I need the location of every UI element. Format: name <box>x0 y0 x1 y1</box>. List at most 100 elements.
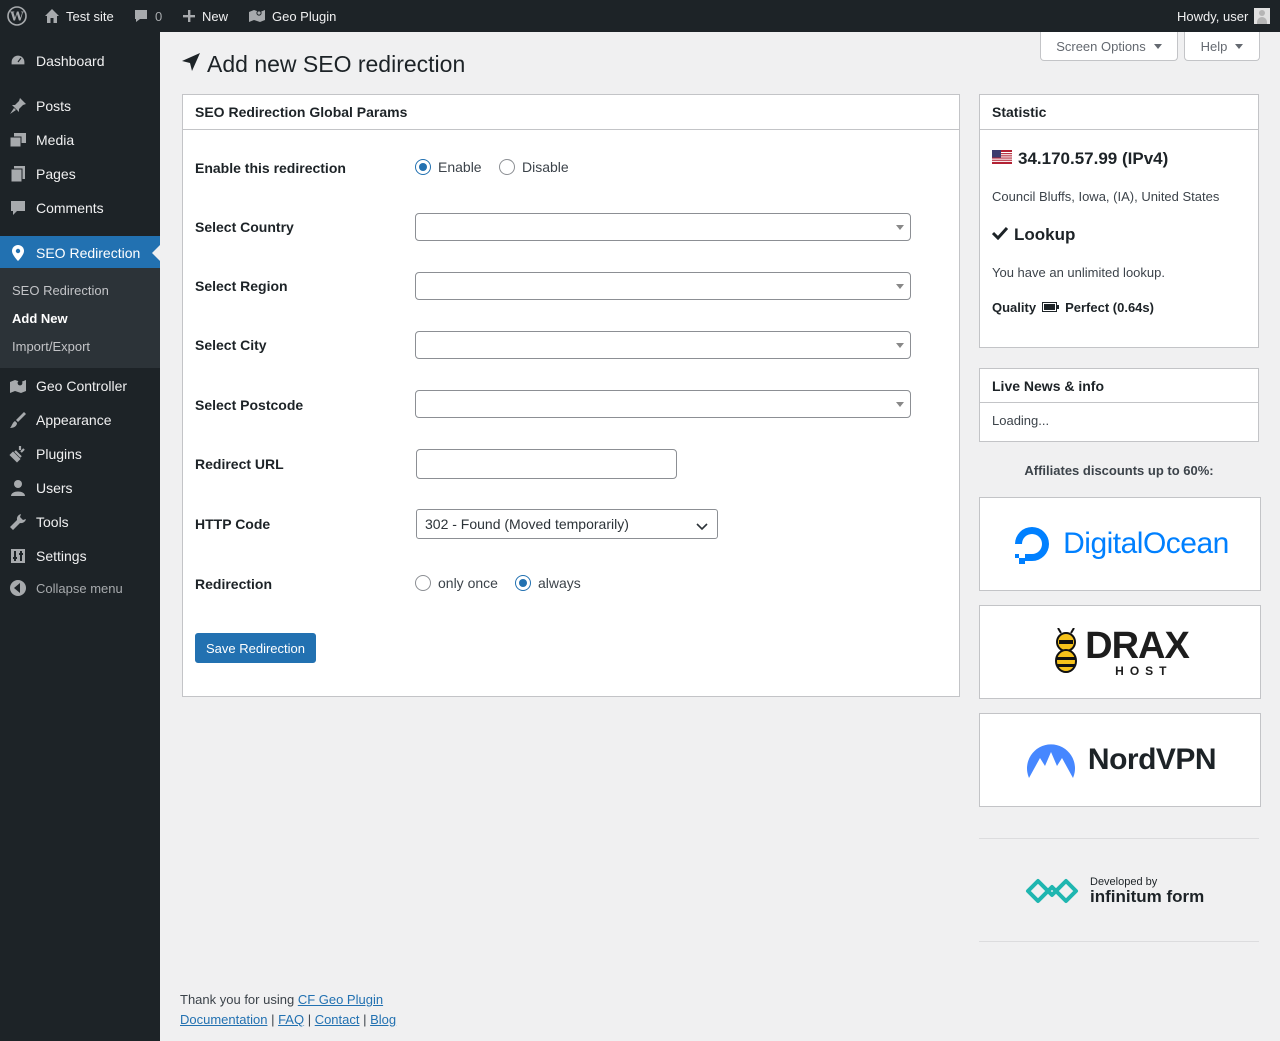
enable-radio[interactable]: Enable <box>415 159 482 175</box>
affiliates-heading: Affiliates discounts up to 60%: <box>1024 463 1214 478</box>
sidebar-item-dashboard[interactable]: Dashboard <box>0 44 160 78</box>
sidebar-item-media[interactable]: Media <box>0 123 160 157</box>
infinitum-form-wordmark: infinitum form <box>1090 887 1205 906</box>
only-once-label: only once <box>438 575 498 591</box>
lookup-text: You have an unlimited lookup. <box>992 265 1165 280</box>
account-menu[interactable]: Howdy, user <box>1177 0 1271 32</box>
redirection-label: Redirection <box>195 576 273 592</box>
battery-icon <box>1042 300 1060 315</box>
blog-link[interactable]: Blog <box>370 1012 396 1027</box>
http-code-select[interactable]: 302 - Found (Moved temporarily) <box>416 509 718 539</box>
drax-wordmark: DRAX <box>1085 625 1190 667</box>
collapse-menu-button[interactable]: Collapse menu <box>0 571 160 605</box>
enable-radio-dot[interactable] <box>415 159 431 175</box>
new-content-link[interactable]: New <box>182 0 228 32</box>
city-select[interactable] <box>415 331 911 359</box>
bee-mascot-icon <box>1055 628 1078 673</box>
http-code-value: 302 - Found (Moved temporarily) <box>425 516 629 532</box>
dropdown-arrow-icon <box>896 225 904 230</box>
plus-icon <box>182 9 196 23</box>
infinity-mark-icon <box>1026 879 1078 903</box>
statistic-panel: Statistic 34.170.57.99 (IPv4) Council Bl… <box>979 94 1259 348</box>
disable-radio-dot[interactable] <box>499 159 515 175</box>
divider <box>979 838 1259 839</box>
digitalocean-logo-link[interactable]: DigitalOcean <box>979 497 1261 591</box>
infinitum-form-logo[interactable]: Developed by infinitum form <box>1020 873 1204 909</box>
city-label: Select City <box>195 337 267 353</box>
submenu-item-seo-redirection[interactable]: SEO Redirection <box>12 283 109 298</box>
footer-links: Documentation | FAQ | Contact | Blog <box>180 1012 397 1027</box>
sidebar-item-comments[interactable]: Comments <box>0 191 160 225</box>
submenu-item-add-new[interactable]: Add New <box>12 311 68 326</box>
comments-link[interactable]: 0 <box>133 0 162 32</box>
sidebar-item-geo-controller[interactable]: Geo Controller <box>0 369 160 403</box>
pin-icon <box>0 97 36 115</box>
wordpress-logo-icon[interactable]: W <box>7 0 27 32</box>
svg-text:W: W <box>9 10 24 24</box>
geo-plugin-link[interactable]: Geo Plugin <box>248 0 336 32</box>
contact-link[interactable]: Contact <box>315 1012 360 1027</box>
digitalocean-logo: DigitalOcean <box>1011 523 1229 565</box>
enable-option-label: Enable <box>438 159 482 175</box>
wrench-icon <box>0 513 36 531</box>
sidebar-item-appearance[interactable]: Appearance <box>0 403 160 437</box>
save-redirection-button[interactable]: Save Redirection <box>195 633 316 663</box>
news-loading: Loading... <box>992 413 1050 428</box>
only-once-radio-dot[interactable] <box>415 575 431 591</box>
sidebar-item-pages[interactable]: Pages <box>0 157 160 191</box>
faq-link[interactable]: FAQ <box>278 1012 304 1027</box>
sidebar-item-label: Appearance <box>36 412 112 428</box>
screen-options-button[interactable]: Screen Options <box>1040 32 1178 61</box>
avatar <box>1254 8 1271 24</box>
sidebar-item-label: Plugins <box>36 446 82 462</box>
disable-radio[interactable]: Disable <box>499 159 569 175</box>
chevron-down-icon <box>696 519 708 535</box>
dashboard-icon <box>0 52 36 70</box>
plug-icon <box>0 445 36 463</box>
submenu-item-import-export[interactable]: Import/Export <box>12 339 90 354</box>
quality-value: Perfect (0.64s) <box>1065 300 1154 315</box>
nordvpn-mountain-icon <box>1026 744 1075 778</box>
always-label: always <box>538 575 581 591</box>
redirect-url-input[interactable] <box>416 449 677 479</box>
only-once-radio[interactable]: only once <box>415 575 498 591</box>
sidebar-item-seo-redirection[interactable]: SEO Redirection <box>0 236 160 270</box>
help-button[interactable]: Help <box>1184 32 1260 61</box>
check-icon <box>991 225 1009 245</box>
documentation-link[interactable]: Documentation <box>180 1012 267 1027</box>
sidebar-item-tools[interactable]: Tools <box>0 505 160 539</box>
cf-geo-plugin-link[interactable]: CF Geo Plugin <box>298 992 383 1007</box>
postcode-select[interactable] <box>415 390 911 418</box>
nordvpn-wordmark: NordVPN <box>1087 743 1217 776</box>
quality-line: Quality Perfect (0.64s) <box>992 300 1154 315</box>
country-select[interactable] <box>415 213 911 241</box>
country-label: Select Country <box>195 219 294 235</box>
footer-thanks: Thank you for using CF Geo Plugin <box>180 992 383 1007</box>
sidebar-item-settings[interactable]: Settings <box>0 539 160 573</box>
postcode-label: Select Postcode <box>195 397 304 413</box>
ip-location: Council Bluffs, Iowa, (IA), United State… <box>992 189 1220 204</box>
pages-icon <box>0 165 36 183</box>
enable-label: Enable this redirection <box>195 160 346 176</box>
always-radio[interactable]: always <box>515 575 581 591</box>
footer-thanks-text: Thank you for using <box>180 992 295 1007</box>
sidebar-item-users[interactable]: Users <box>0 471 160 505</box>
dropdown-arrow-icon <box>896 284 904 289</box>
sidebar-item-label: Tools <box>36 514 69 530</box>
howdy-text: Howdy, user <box>1177 8 1249 24</box>
dropdown-arrow-icon <box>896 402 904 407</box>
collapse-menu-label: Collapse menu <box>36 580 123 596</box>
always-radio-dot[interactable] <box>515 575 531 591</box>
media-icon <box>0 131 36 149</box>
site-name-link[interactable]: Test site <box>44 0 114 32</box>
statistic-header: Statistic <box>980 95 1258 130</box>
draxhost-logo-link[interactable]: DRAX HOST <box>979 605 1261 699</box>
nordvpn-logo: NordVPN <box>1024 738 1217 782</box>
sidebar-item-plugins[interactable]: Plugins <box>0 437 160 471</box>
region-select[interactable] <box>415 272 911 300</box>
location-pin-icon <box>0 244 36 262</box>
quality-label: Quality <box>992 300 1037 315</box>
sidebar-item-posts[interactable]: Posts <box>0 89 160 123</box>
nordvpn-logo-link[interactable]: NordVPN <box>979 713 1261 807</box>
sidebar-item-label: SEO Redirection <box>36 245 141 261</box>
